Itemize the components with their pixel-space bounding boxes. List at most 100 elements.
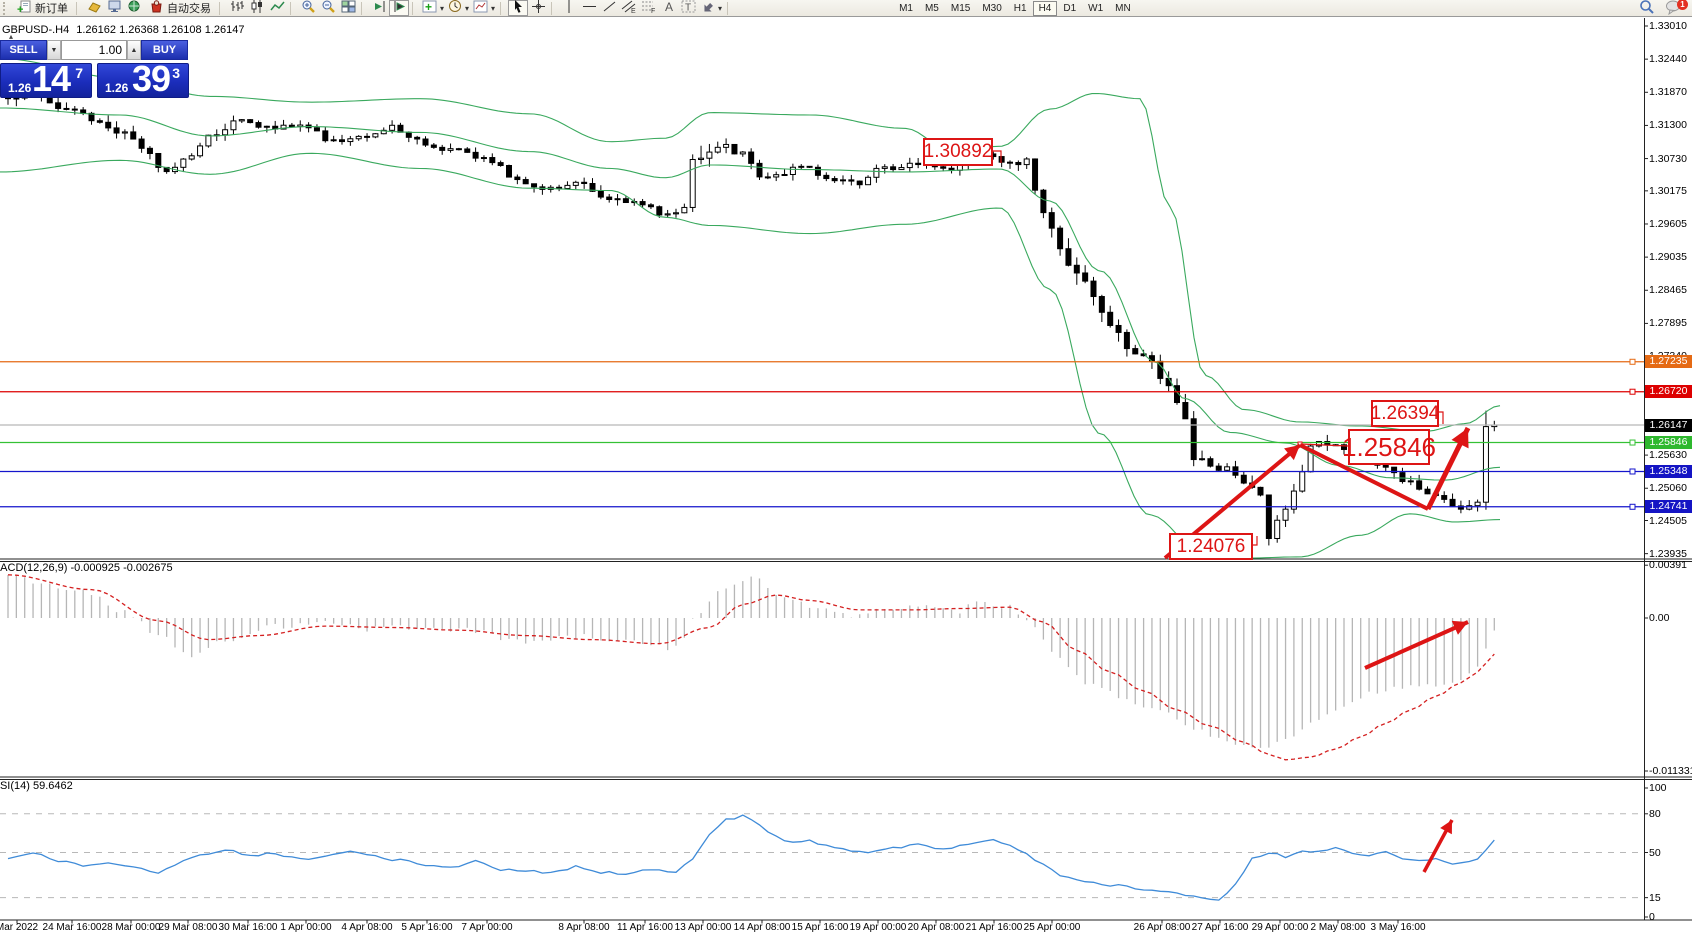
- time-axis-label: 19 Apr 00:00: [850, 922, 907, 933]
- axis-tick-label: 0: [1649, 911, 1692, 923]
- time-axis-label: 1 Apr 00:00: [280, 922, 331, 933]
- arrows-button[interactable]: ▾: [699, 0, 724, 16]
- time-axis-label: 5 Apr 16:00: [401, 922, 452, 933]
- volume-decrease-button[interactable]: ▼: [47, 40, 61, 60]
- separator: [551, 2, 556, 15]
- new-order-button[interactable]: + 新订单: [12, 0, 73, 16]
- price-annotation-label[interactable]: 1.30892: [923, 138, 993, 166]
- templates-button[interactable]: ▾: [471, 0, 497, 16]
- candlestick-chart-button[interactable]: [247, 0, 267, 16]
- toolbar-grip[interactable]: [3, 2, 9, 15]
- macd-indicator-label: MACD(12,26,9) -0.000925 -0.002675: [0, 562, 173, 574]
- tile-windows-button[interactable]: [338, 0, 358, 16]
- separator: [219, 2, 224, 15]
- notifications-button[interactable]: 1: [1663, 0, 1684, 16]
- horizontal-line-button[interactable]: [579, 0, 599, 16]
- zoom-out-button[interactable]: [318, 0, 338, 16]
- timeframe-h4[interactable]: H4: [1033, 1, 1058, 16]
- vertical-line-button[interactable]: [559, 0, 579, 16]
- axis-tick-label: 80: [1649, 808, 1692, 820]
- time-axis-label: 11 Apr 16:00: [617, 922, 673, 933]
- cursor-icon: [511, 0, 526, 17]
- sell-price-button[interactable]: 1.26 14 7: [0, 63, 92, 98]
- globe-icon: [127, 0, 142, 17]
- profiles-button[interactable]: [84, 0, 104, 16]
- price-level-tag: 1.24741: [1645, 500, 1692, 513]
- timeframe-m30[interactable]: M30: [976, 1, 1007, 16]
- price-annotation-label[interactable]: 1.24076: [1169, 533, 1253, 560]
- fibonacci-icon: F: [641, 0, 657, 17]
- time-axis-label: 26 Apr 08:00: [1134, 922, 1191, 933]
- algo-trading-button[interactable]: 自动交易: [144, 0, 216, 16]
- timeframe-m1[interactable]: M1: [893, 1, 919, 16]
- svg-text:E: E: [631, 8, 636, 14]
- timeframe-h1[interactable]: H1: [1008, 1, 1033, 16]
- cursor-button[interactable]: [508, 0, 528, 16]
- crosshair-button[interactable]: [528, 0, 548, 16]
- chart-canvas[interactable]: GBPUSD-.H41.26162 1.26368 1.26108 1.2614…: [0, 18, 1692, 936]
- time-axis-label: 7 Apr 00:00: [461, 922, 512, 933]
- svg-text:A: A: [665, 0, 673, 14]
- separator: [361, 2, 366, 15]
- chevron-down-icon: ▼: [51, 47, 58, 54]
- volume-input[interactable]: [61, 40, 127, 60]
- axis-tick-label: 0.00: [1649, 612, 1692, 624]
- buy-button[interactable]: BUY: [141, 40, 188, 60]
- price-level-tag: 1.26147: [1645, 419, 1692, 432]
- price-annotation-label[interactable]: 1.26394: [1371, 400, 1439, 427]
- auto-scroll-button[interactable]: [369, 0, 389, 16]
- time-axis-label: 20 Apr 08:00: [908, 922, 965, 933]
- market-watch-button[interactable]: [124, 0, 144, 16]
- price-annotation-label[interactable]: 1.25846: [1348, 429, 1430, 465]
- toolbar: + 新订单 自动交易 +▾ ▾ ▾ E F A: [0, 0, 1692, 17]
- separator: [76, 2, 81, 15]
- price-level-tag: 1.27235: [1645, 355, 1692, 368]
- chevron-down-icon: ▾: [491, 4, 495, 13]
- chart-shift-icon: [392, 0, 407, 17]
- fibonacci-button[interactable]: F: [639, 0, 659, 16]
- chevron-down-icon: ▾: [440, 4, 444, 13]
- buy-price-pips: 39: [132, 58, 170, 100]
- buy-price-button[interactable]: 1.26 39 3: [97, 63, 189, 98]
- timeframe-w1[interactable]: W1: [1082, 1, 1109, 16]
- bars-chart-button[interactable]: [227, 0, 247, 16]
- time-axis-label: 24 Mar 16:00: [43, 922, 102, 933]
- periods-button[interactable]: ▾: [446, 0, 471, 16]
- timeframe-mn[interactable]: MN: [1109, 1, 1137, 16]
- sell-button[interactable]: SELL: [0, 40, 47, 60]
- zoom-out-icon: [321, 0, 336, 17]
- timeframe-m15[interactable]: M15: [945, 1, 976, 16]
- svg-text:F: F: [651, 8, 655, 14]
- axis-tick-label: 1.30175: [1649, 185, 1692, 197]
- sell-price-point: 7: [75, 65, 83, 81]
- time-axis-label: 30 Mar 16:00: [219, 922, 278, 933]
- volume-increase-button[interactable]: ▲: [127, 40, 141, 60]
- gold-profile-icon: [87, 0, 102, 17]
- data-window-button[interactable]: [104, 0, 124, 16]
- timeframe-m5[interactable]: M5: [919, 1, 945, 16]
- search-button[interactable]: [1637, 0, 1657, 16]
- axis-tick-label: 15: [1649, 892, 1692, 904]
- chart-shift-button[interactable]: [389, 0, 409, 16]
- time-axis-label: Mar 2022: [0, 922, 38, 933]
- svg-text:+: +: [425, 0, 432, 14]
- equidistant-channel-button[interactable]: E: [619, 0, 639, 16]
- indicators-button[interactable]: +▾: [420, 0, 446, 16]
- text-label-button[interactable]: T: [679, 0, 699, 16]
- time-axis-label: 29 Mar 08:00: [159, 922, 218, 933]
- text-label-icon: T: [681, 0, 697, 17]
- sell-price-pips: 14: [32, 58, 70, 100]
- monitor-icon: [107, 0, 122, 17]
- chevron-down-icon: ▾: [465, 4, 469, 13]
- buy-price-point: 3: [172, 65, 180, 81]
- line-chart-button[interactable]: [267, 0, 287, 16]
- svg-text:T: T: [685, 3, 691, 14]
- zoom-in-button[interactable]: [298, 0, 318, 16]
- text-button[interactable]: A: [659, 0, 679, 16]
- timeframe-group: M1M5M15M30H1H4D1W1MN: [893, 1, 1137, 16]
- axis-tick-label: 1.32440: [1649, 53, 1692, 65]
- chevron-up-icon: ▲: [131, 47, 138, 54]
- timeframe-d1[interactable]: D1: [1057, 1, 1082, 16]
- trendline-button[interactable]: [599, 0, 619, 16]
- indicators-icon: +: [422, 0, 438, 17]
